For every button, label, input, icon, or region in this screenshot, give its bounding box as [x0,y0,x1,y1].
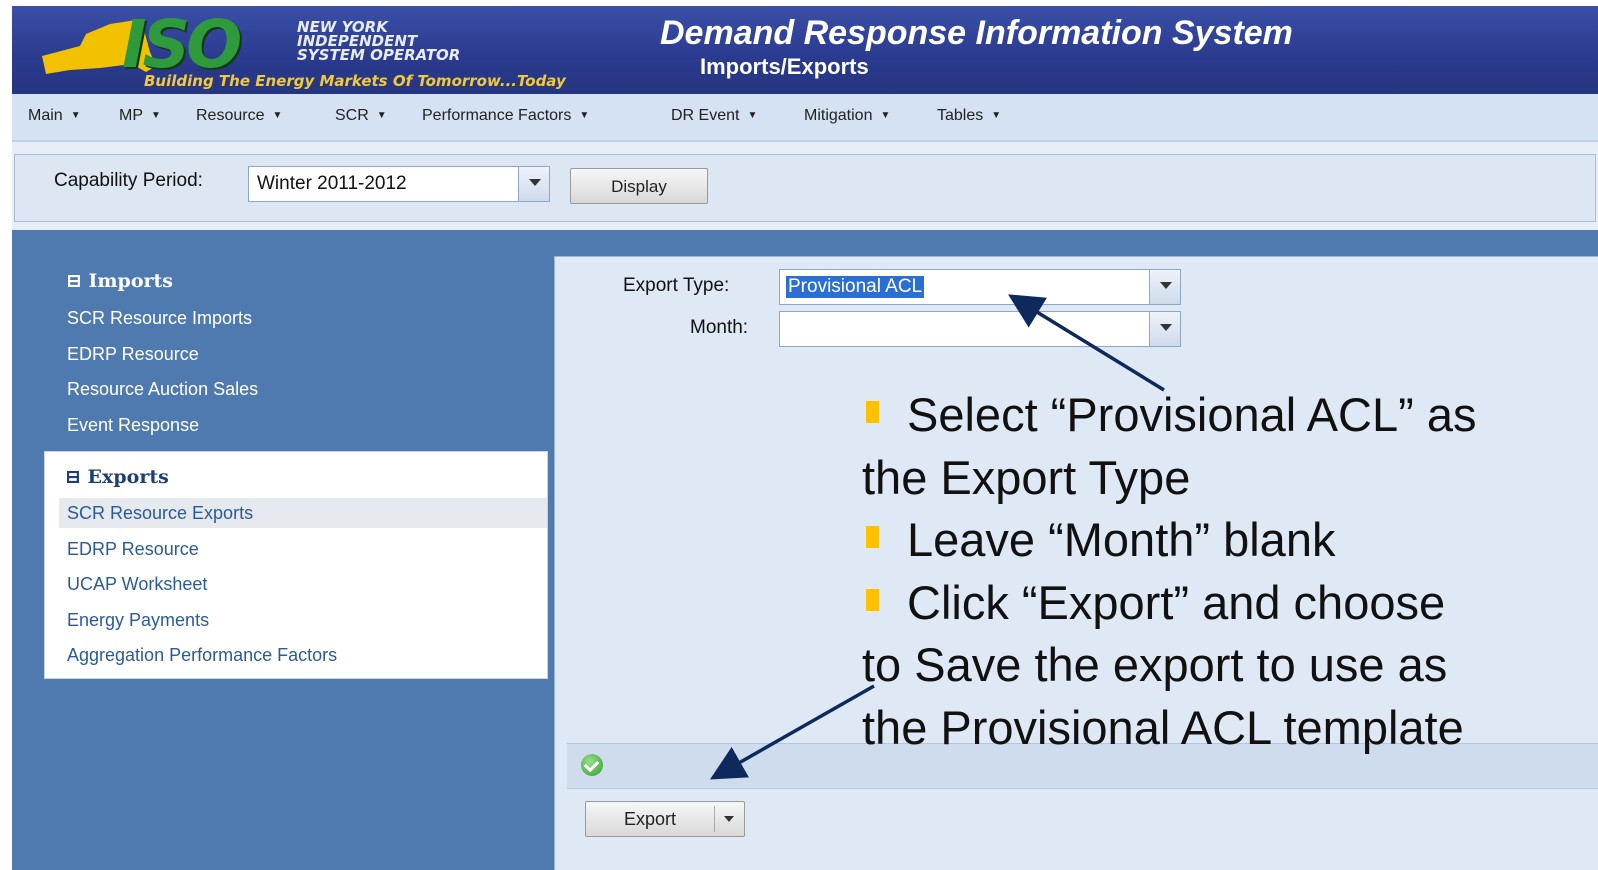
instruction-line: to Save the export to use as [862,634,1582,697]
instruction-text: the Export Type [862,450,1191,504]
instruction-text: Click “Export” and choose [907,575,1446,629]
instruction-line: Leave “Month” blank [862,509,1582,572]
app-frame: ISO NEW YORK INDEPENDENT SYSTEM OPERATOR… [12,6,1598,870]
bullet-icon [866,401,879,423]
instruction-text: Leave “Month” blank [907,513,1336,566]
arrow-to-export-type [1008,294,1165,392]
bullet-icon [866,526,879,548]
instruction-text: to Save the export to use as [862,638,1448,691]
instruction-callout: Select “Provisional ACL” as the Export T… [862,384,1582,759]
instruction-text: Select “Provisional ACL” as [907,388,1477,441]
instruction-line: Click “Export” and choose [862,572,1582,635]
bullet-icon [866,588,879,611]
instruction-text: the Provisional ACL template [862,700,1464,754]
instruction-line: Select “Provisional ACL” as [862,384,1582,447]
arrow-to-export-button [709,684,875,780]
instruction-line: the Export Type [862,447,1582,510]
instruction-line: the Provisional ACL template [862,697,1582,760]
